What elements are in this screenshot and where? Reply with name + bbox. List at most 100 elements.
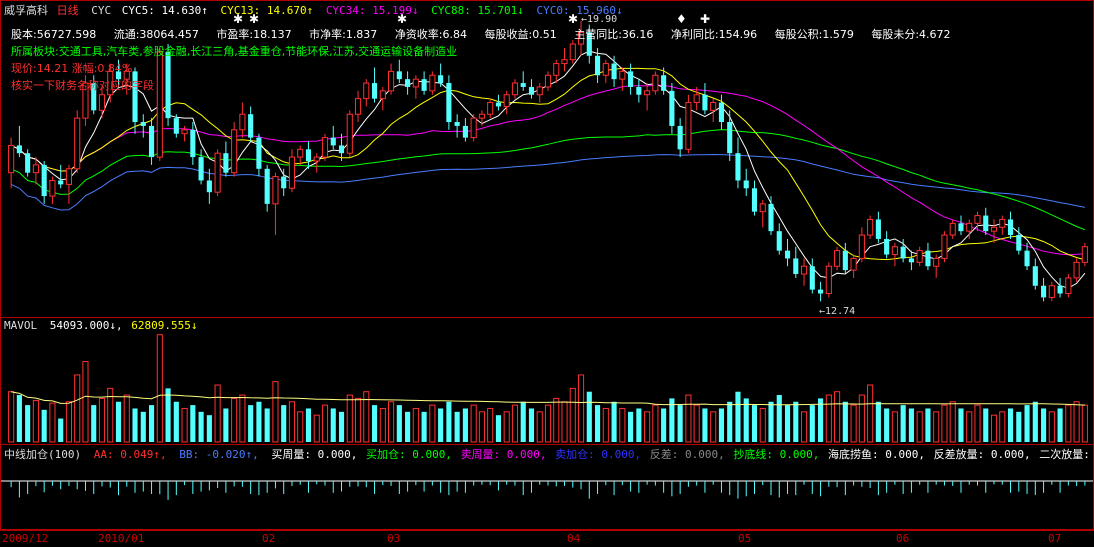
candle-up <box>412 78 419 88</box>
sector-row: 所属板块:交通工具,汽车类,参股金融,长江三角,基金重仓,节能环保,江苏,交通运… <box>11 45 458 58</box>
volume-bar-up <box>313 414 320 443</box>
date-label: 05 <box>738 532 752 545</box>
date-label: 2009/12 <box>2 532 49 545</box>
price-panel[interactable]: 威孚高科 日线 CYC CYC5: 14.630↑ CYC13: 14.670↑… <box>0 0 1094 318</box>
volume-bar-up <box>553 397 560 443</box>
candle-up <box>966 222 973 232</box>
volume-bar-down <box>611 401 617 442</box>
candle-down <box>884 238 890 255</box>
volume-bar-down <box>768 401 774 442</box>
volume-bar-down <box>594 405 601 442</box>
candle-down <box>338 145 345 154</box>
date-label: 07 <box>1048 532 1062 545</box>
candle-down <box>1007 219 1014 236</box>
candle-up <box>974 215 981 224</box>
ind-aa: AA: 0.049↑, <box>93 448 167 461</box>
mavol-ma2-line <box>10 391 1085 406</box>
candle-down <box>248 114 254 138</box>
candle-up <box>999 218 1006 228</box>
candle-up <box>693 94 700 104</box>
candle-up <box>536 86 543 96</box>
volume-bar-down <box>190 405 196 442</box>
candle-up <box>569 43 576 61</box>
volume-bar-down <box>875 401 881 442</box>
candle-down <box>396 71 402 80</box>
volume-bar-up <box>1048 411 1055 443</box>
volume-bar-down <box>1032 401 1038 442</box>
star-icon: ✱ <box>249 12 260 26</box>
candle-down <box>25 153 31 173</box>
volume-bar-up <box>685 394 692 443</box>
candle-up <box>429 74 436 92</box>
volume-bar-up <box>487 407 494 443</box>
volume-bar-up <box>156 334 163 443</box>
candle-down <box>528 86 535 95</box>
volume-bar-down <box>132 408 138 442</box>
volume-header: MAVOL 54093.000↓, 62809.555↓ <box>4 319 203 332</box>
volume-bar-up <box>379 407 386 443</box>
info-eps: 每股收益:0.51 <box>484 28 557 41</box>
volume-bar-up <box>32 399 39 443</box>
candle-down <box>264 168 270 204</box>
candle-down <box>661 75 667 91</box>
info-float: 流通:38064.457 <box>113 28 199 41</box>
volume-bar-down <box>702 408 708 442</box>
candle-down <box>58 180 64 185</box>
volume-bar-down <box>256 401 262 442</box>
volume-bar-up <box>1073 401 1080 443</box>
volume-bar-down <box>1041 408 1047 442</box>
candle-down <box>495 102 502 107</box>
indicator-panel[interactable]: 中线加仓(100) AA: 0.049↑, BB: -0.020↑, 买周量: … <box>0 444 1094 530</box>
volume-bar-down <box>462 408 468 442</box>
volume-bar-down <box>41 409 47 442</box>
candle-down <box>842 250 848 271</box>
info-pb: 市净率:1.837 <box>309 28 378 41</box>
candle-down <box>636 86 642 95</box>
candle-up <box>710 102 717 111</box>
cyc88-value: CYC88: 15.701↓ <box>431 4 524 17</box>
volume-bar-down <box>1024 405 1030 442</box>
volume-bar-down <box>677 405 683 442</box>
ind-bottom-line: 抄底线: 0.000, <box>733 448 820 461</box>
volume-bar-down <box>925 408 931 442</box>
volume-panel[interactable]: MAVOL 54093.000↓, 62809.555↓ <box>0 317 1094 445</box>
star-icon: ✱ <box>568 12 579 26</box>
candle-up <box>478 113 485 119</box>
low-label-value: 12.74 <box>825 306 856 317</box>
candle-down <box>727 122 733 154</box>
candle-down <box>743 180 749 189</box>
candle-up <box>619 70 626 80</box>
volume-bar-down <box>91 405 97 442</box>
candle-up <box>825 265 832 295</box>
volume-bar-up <box>966 411 973 443</box>
volume-bar-down <box>1057 408 1063 442</box>
candle-up <box>858 234 865 259</box>
date-label: 03 <box>387 532 401 545</box>
candle-up <box>891 246 898 256</box>
volume-bar-up <box>800 411 808 443</box>
volume-bar-up <box>867 384 874 443</box>
volume-bar-up <box>429 404 436 443</box>
volume-bar-down <box>793 401 799 442</box>
volume-chart[interactable] <box>1 318 1093 444</box>
date-label: 06 <box>896 532 910 545</box>
volume-bar-up <box>8 391 15 443</box>
candle-down <box>16 145 22 154</box>
volume-bar-down <box>661 408 667 442</box>
info-revenue-growth: 主营同比:36.16 <box>574 28 654 41</box>
volume-bar-down <box>809 405 815 442</box>
candle-down <box>1024 250 1030 267</box>
candle-down <box>628 71 634 87</box>
volume-bar-up <box>825 394 832 443</box>
candle-down <box>305 149 312 161</box>
candle-up <box>511 82 519 96</box>
candle-down <box>702 94 708 111</box>
candle-up <box>1073 261 1080 279</box>
ind-deep-fish: 海底捞鱼: 0.000, <box>828 448 925 461</box>
candle-up <box>933 257 940 267</box>
volume-bar-up <box>123 394 130 443</box>
candle-up <box>231 129 238 174</box>
candle-down <box>462 125 468 138</box>
volume-bar-up <box>644 411 651 443</box>
info-reserve: 每股公积:1.579 <box>774 28 854 41</box>
